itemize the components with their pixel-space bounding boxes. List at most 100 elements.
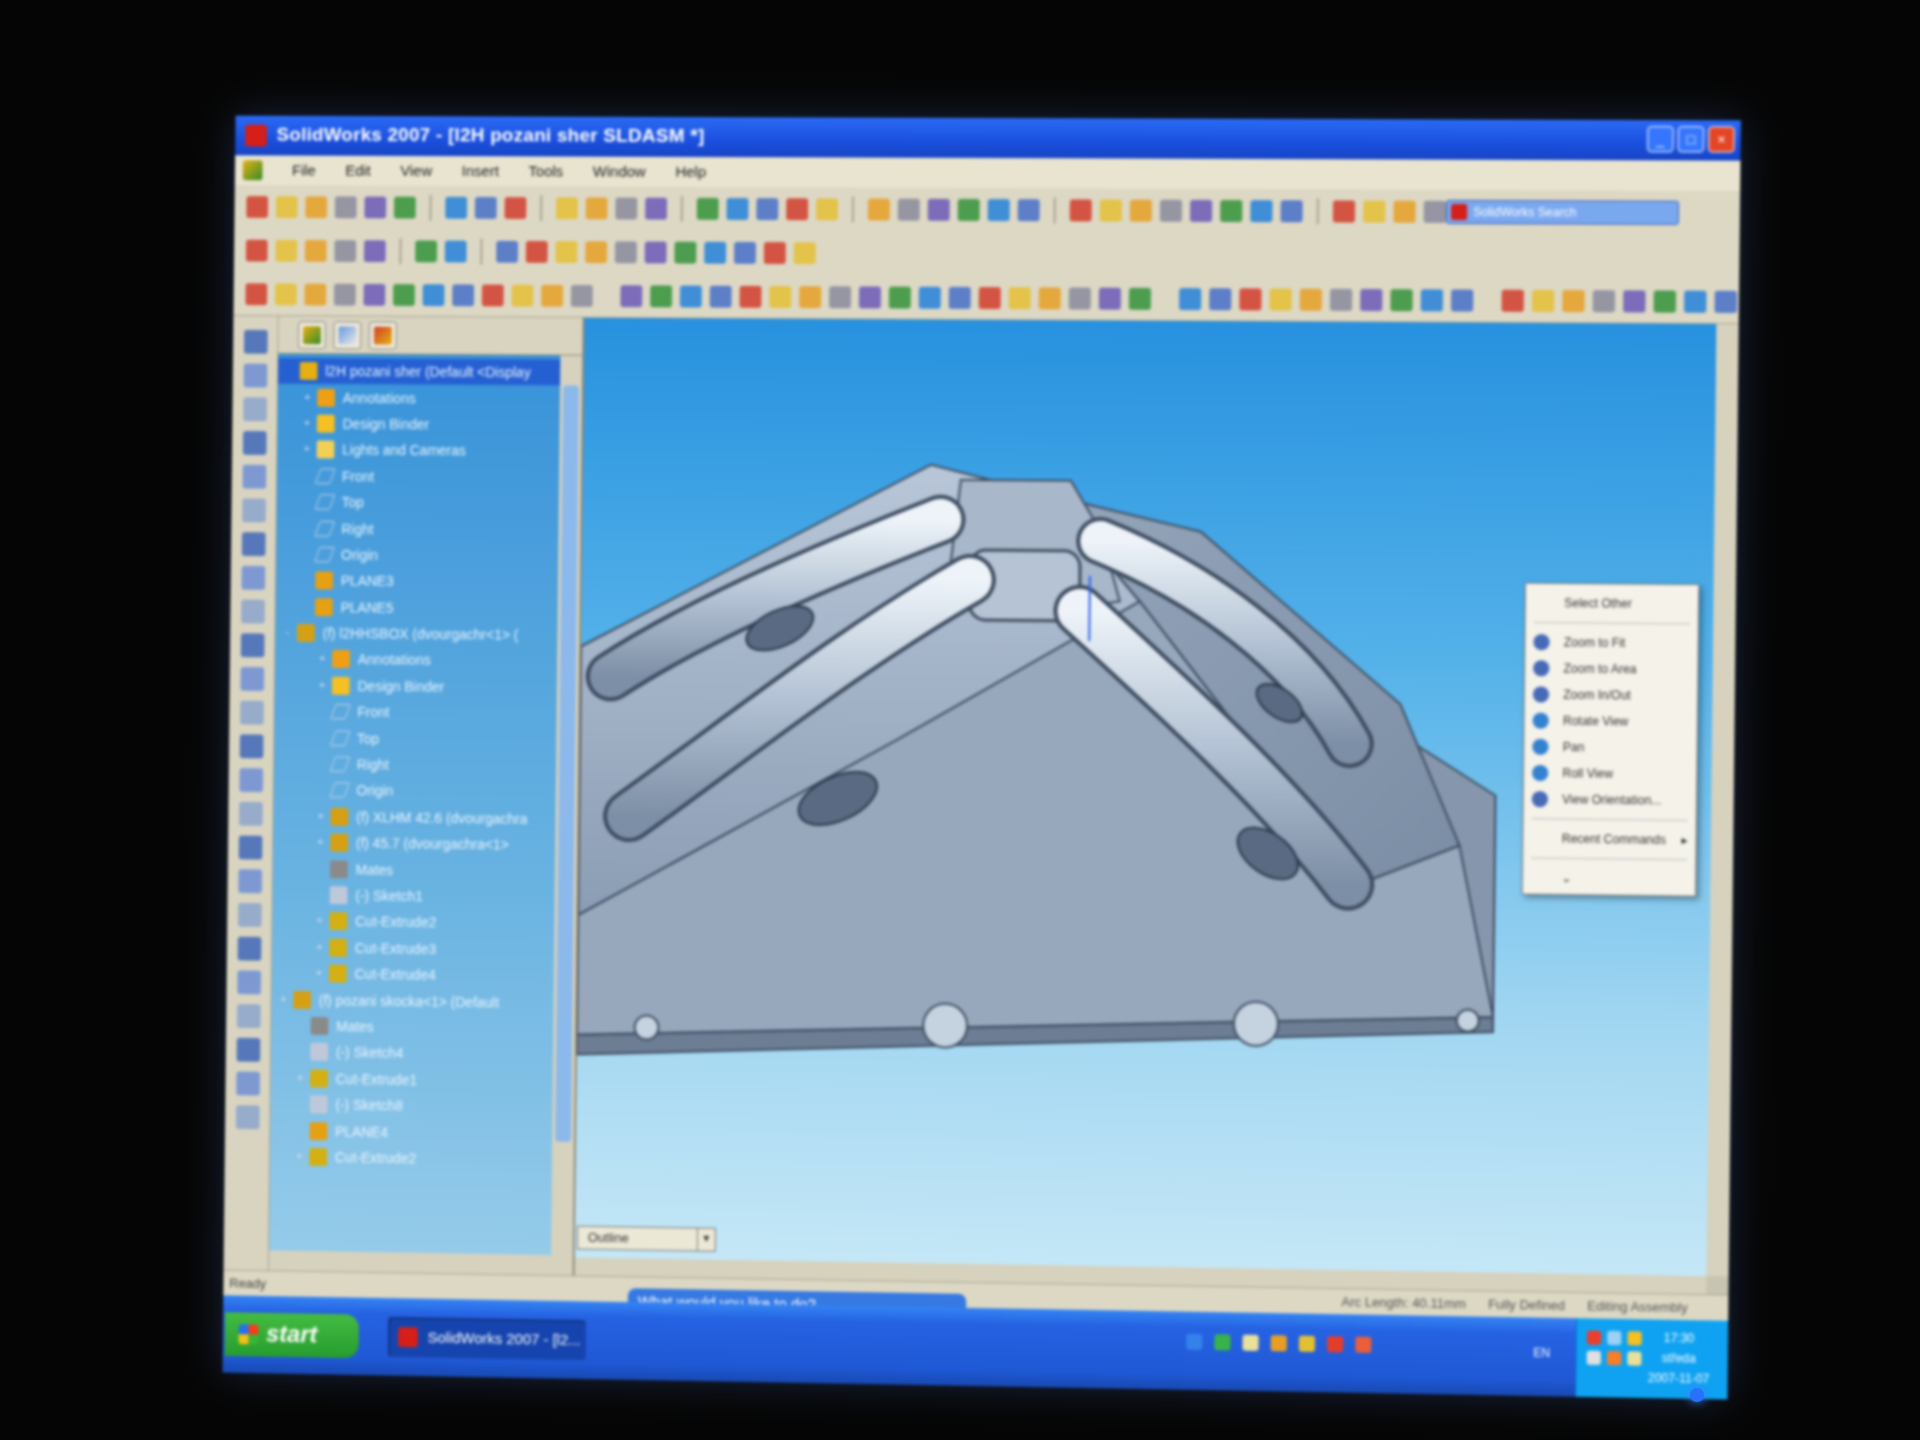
toolbar-button-icon[interactable]: [1160, 200, 1182, 222]
tree-item[interactable]: Front: [274, 698, 556, 727]
toolbar-button-icon[interactable]: [620, 285, 642, 307]
toolbar-button-icon[interactable]: [304, 283, 326, 305]
toolbar-button-icon[interactable]: [1502, 289, 1524, 311]
tree-item[interactable]: + Annotations: [275, 646, 557, 675]
toolbar-button-icon[interactable]: [704, 242, 726, 264]
toolbar-button-icon[interactable]: [423, 284, 445, 306]
toolbar-button-icon[interactable]: [364, 197, 386, 219]
toolbar-button-icon[interactable]: [794, 242, 816, 264]
tree-item[interactable]: l2H pozani sher (Default <Display: [278, 358, 560, 386]
tree-item[interactable]: Top: [274, 724, 556, 753]
toolbar-button-icon[interactable]: [541, 284, 563, 306]
menu-file[interactable]: File: [292, 162, 316, 179]
sketch-tool-icon[interactable]: [236, 1004, 260, 1028]
quick-launch-icon[interactable]: [1242, 1335, 1258, 1351]
tray-icon[interactable]: [1627, 1331, 1641, 1345]
quick-launch-icon[interactable]: [1299, 1336, 1315, 1352]
toolbar-button-icon[interactable]: [363, 283, 385, 305]
context-menu-item[interactable]: Rotate View: [1524, 707, 1697, 735]
toolbar-button-icon[interactable]: [393, 284, 415, 306]
toolbar-button-icon[interactable]: [1333, 200, 1355, 222]
quick-launch-icon[interactable]: [1186, 1334, 1202, 1350]
sketch-tool-icon[interactable]: [242, 465, 266, 489]
toolbar-button-icon[interactable]: [1209, 288, 1231, 310]
toolbar-button-icon[interactable]: [245, 283, 267, 305]
expand-icon[interactable]: +: [277, 993, 289, 1005]
tree-item[interactable]: (-) Sketch4: [271, 1038, 553, 1068]
expand-icon[interactable]: +: [315, 810, 327, 822]
toolbar-button-icon[interactable]: [586, 197, 608, 219]
toolbar-button-icon[interactable]: [739, 285, 761, 307]
tree-item[interactable]: Mates: [273, 855, 555, 885]
toolbar-button-icon[interactable]: [710, 285, 732, 307]
toolbar-button-icon[interactable]: [1039, 287, 1061, 309]
tree-item[interactable]: + Cut-Extrude1: [271, 1065, 553, 1095]
toolbar-button-icon[interactable]: [1250, 200, 1272, 222]
menu-help[interactable]: Help: [675, 163, 706, 180]
toolbar-button-icon[interactable]: [650, 285, 672, 307]
tree-item[interactable]: + Annotations: [278, 384, 560, 412]
tree-item[interactable]: - (f) l2HHSBOX (dvourgachr<1> (: [275, 620, 557, 649]
toolbar-button-icon[interactable]: [246, 196, 268, 218]
toolbar-button-icon[interactable]: [1179, 288, 1201, 310]
quick-launch-icon[interactable]: [1327, 1336, 1343, 1352]
toolbar-button-icon[interactable]: [1363, 201, 1385, 223]
expand-icon[interactable]: +: [301, 444, 313, 456]
sketch-tool-icon[interactable]: [238, 835, 262, 859]
toolbar-button-icon[interactable]: [829, 286, 851, 308]
tree-item[interactable]: (-) Sketch1: [273, 881, 555, 911]
toolbar-button-icon[interactable]: [1220, 200, 1242, 222]
context-menu-item[interactable]: ⌄: [1523, 864, 1696, 892]
toolbar-button-icon[interactable]: [394, 197, 416, 219]
expand-icon[interactable]: +: [301, 417, 313, 429]
toolbar-button-icon[interactable]: [571, 284, 593, 306]
tab-configuration-manager[interactable]: [369, 321, 397, 349]
toolbar-button-icon[interactable]: [482, 284, 504, 306]
tree-item[interactable]: PLANE3: [276, 567, 558, 596]
tray-icon[interactable]: [1587, 1330, 1601, 1344]
toolbar-button-icon[interactable]: [1451, 289, 1473, 311]
clock[interactable]: 17:30 středa 2007-11-07: [1648, 1328, 1710, 1390]
tree-item[interactable]: + Cut-Extrude2: [272, 908, 554, 938]
start-button[interactable]: start: [225, 1312, 359, 1358]
tree-item[interactable]: + Cut-Extrude3: [272, 934, 554, 964]
toolbar-button-icon[interactable]: [1269, 288, 1291, 310]
toolbar-button-icon[interactable]: [615, 241, 637, 263]
tree-item[interactable]: + Lights and Cameras: [277, 436, 559, 464]
toolbar-button-icon[interactable]: [1190, 200, 1212, 222]
toolbar-button-icon[interactable]: [1714, 290, 1737, 312]
context-menu-item[interactable]: Zoom to Area: [1525, 655, 1698, 683]
tree-item[interactable]: Mates: [271, 1012, 553, 1042]
collapse-icon[interactable]: -: [281, 627, 293, 639]
search-input[interactable]: SolidWorks Search: [1446, 200, 1679, 225]
toolbar-button-icon[interactable]: [1623, 290, 1646, 312]
toolbar-button-icon[interactable]: [949, 286, 971, 308]
toolbar-button-icon[interactable]: [734, 242, 756, 264]
expand-icon[interactable]: +: [314, 837, 326, 849]
sketch-tool-icon[interactable]: [240, 701, 264, 725]
toolbar-button-icon[interactable]: [452, 284, 474, 306]
toolbar-button-icon[interactable]: [1069, 287, 1091, 309]
toolbar-button-icon[interactable]: [928, 199, 950, 221]
quick-launch-icon[interactable]: [1355, 1337, 1371, 1353]
sketch-tool-icon[interactable]: [243, 330, 267, 354]
toolbar-button-icon[interactable]: [335, 196, 357, 218]
context-menu-item[interactable]: View Orientation...: [1524, 786, 1697, 814]
toolbar-button-icon[interactable]: [645, 198, 667, 220]
expand-icon[interactable]: +: [313, 941, 325, 953]
toolbar-button-icon[interactable]: [1393, 201, 1415, 223]
toolbar-button-icon[interactable]: [1239, 288, 1261, 310]
menu-edit[interactable]: Edit: [345, 162, 371, 179]
sketch-tool-icon[interactable]: [237, 970, 261, 994]
toolbar-button-icon[interactable]: [1532, 289, 1555, 311]
tree-item[interactable]: + (f) XLHM 42.6 (dvourgachra: [273, 803, 555, 832]
toolbar-button-icon[interactable]: [958, 199, 980, 221]
tree-item[interactable]: Right: [274, 750, 556, 779]
minimize-button[interactable]: _: [1647, 126, 1674, 152]
toolbar-button-icon[interactable]: [585, 241, 607, 263]
context-menu-item[interactable]: Pan: [1524, 734, 1697, 762]
tree-item[interactable]: Front: [277, 463, 559, 491]
toolbar-button-icon[interactable]: [415, 240, 437, 262]
tab-feature-manager[interactable]: [298, 321, 326, 349]
tree-item[interactable]: + Design Binder: [275, 672, 557, 701]
